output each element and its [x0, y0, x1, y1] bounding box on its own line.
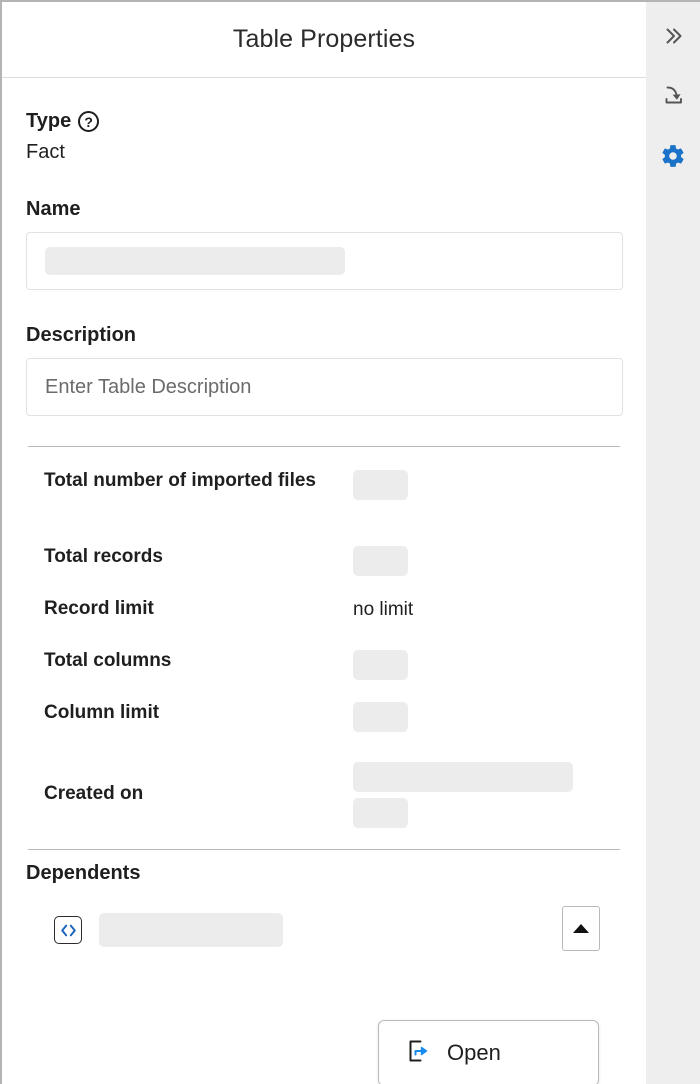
stat-value [353, 469, 622, 500]
dependents-section: Dependents [26, 862, 622, 953]
page-title: Table Properties [232, 25, 416, 53]
stat-value [353, 649, 622, 680]
name-input[interactable] [26, 232, 623, 290]
menu-item-open[interactable]: Open [447, 1040, 501, 1066]
type-label-row: Type ? [26, 110, 622, 133]
stat-label: Total records [44, 546, 163, 567]
type-value: Fact [26, 141, 65, 163]
stat-value [353, 701, 622, 732]
stat-value [353, 545, 622, 576]
import-download-icon[interactable] [651, 74, 695, 118]
right-icon-rail [646, 0, 700, 1084]
caret-up-icon [573, 924, 589, 933]
description-placeholder: Enter Table Description [45, 375, 252, 398]
dependent-menu-toggle[interactable] [562, 906, 600, 951]
stat-row: Created on [26, 753, 622, 835]
stat-row: Total columns [26, 649, 622, 701]
stat-label: Record limit [44, 598, 154, 619]
stat-row: Total records [26, 545, 622, 597]
list-item[interactable] [26, 906, 622, 953]
panel-header: Table Properties [2, 2, 646, 78]
dependent-context-menu: Open [378, 1020, 599, 1084]
redacted-value [353, 546, 408, 576]
description-input[interactable]: Enter Table Description [26, 358, 623, 416]
open-in-new-icon [403, 1036, 433, 1071]
description-label: Description [26, 324, 137, 346]
name-field: Name [26, 198, 623, 290]
type-field: Type ? Fact [26, 78, 622, 164]
stats-list: Total number of imported files Total rec… [26, 469, 622, 835]
name-label: Name [26, 198, 81, 220]
question-circle-icon[interactable]: ? [78, 111, 100, 132]
stat-value: no limit [353, 599, 414, 620]
type-label: Type [26, 110, 72, 132]
redacted-value [353, 761, 573, 792]
gear-icon[interactable] [651, 134, 695, 178]
divider-top [28, 446, 620, 447]
stat-label: Column limit [44, 702, 160, 723]
stat-row: Column limit [26, 701, 622, 753]
name-redacted-value [45, 247, 345, 275]
stat-row: Record limit no limit [26, 597, 622, 649]
dependents-title: Dependents [26, 862, 141, 884]
stat-label: Total number of imported files [44, 470, 316, 491]
stat-row: Total number of imported files [26, 469, 622, 543]
stat-value [353, 761, 622, 828]
table-properties-panel: Table Properties Type ? Fact Name Descri… [0, 0, 646, 1084]
redacted-value [353, 470, 408, 500]
dependent-redacted-name [99, 913, 283, 947]
divider-bottom [28, 849, 620, 850]
table-properties-screen: Table Properties Type ? Fact Name Descri… [0, 0, 700, 1084]
description-field: Description Enter Table Description [26, 324, 623, 416]
chevron-double-right-icon[interactable] [651, 14, 695, 58]
panel-body: Type ? Fact Name Description Enter Table… [2, 78, 646, 953]
worksheet-code-icon[interactable] [54, 916, 82, 944]
stat-label: Total columns [44, 650, 172, 671]
redacted-value [353, 797, 408, 828]
redacted-value [353, 650, 408, 680]
stat-label: Created on [44, 783, 144, 805]
redacted-value [353, 702, 408, 732]
